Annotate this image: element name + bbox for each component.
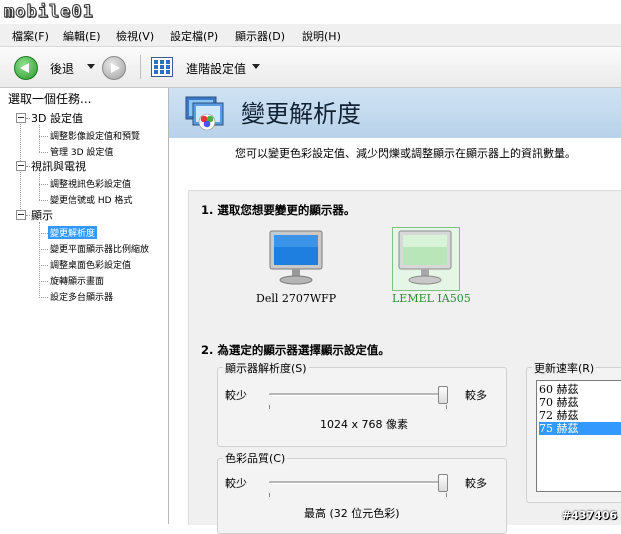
resolution-more-label: 較多 xyxy=(465,389,487,402)
refresh-rate-list[interactable]: 60 赫茲 70 赫茲 72 赫茲 75 赫茲 xyxy=(536,380,621,492)
color-quality-group xyxy=(217,458,507,534)
step2-title: 2. 為選定的顯示器選擇顯示設定值。 xyxy=(201,343,390,357)
refresh-option-70[interactable]: 70 赫茲 xyxy=(539,396,621,409)
refresh-option-60[interactable]: 60 赫茲 xyxy=(539,383,621,396)
tree-item-image-settings[interactable]: 調整影像設定值和預覽 xyxy=(50,129,140,142)
refresh-rate-group-title: 更新速率(R) xyxy=(532,360,597,376)
resolution-group-title: 顯示器解析度(S) xyxy=(223,360,309,376)
color-slider-track[interactable] xyxy=(269,481,447,484)
resolution-group xyxy=(217,367,507,447)
menu-display[interactable]: 顯示器(D) xyxy=(235,28,285,44)
color-more-label: 較多 xyxy=(465,477,487,490)
resolution-slider-thumb[interactable] xyxy=(438,386,449,404)
tree-item-flat-panel-scaling[interactable]: 變更平面顯示器比例縮放 xyxy=(50,242,149,255)
resolution-value: 1024 x 768 像素 xyxy=(320,418,408,431)
forward-arrow-icon[interactable] xyxy=(102,56,126,80)
page-title: 變更解析度 xyxy=(241,100,361,128)
tree-item-desktop-color[interactable]: 調整桌面色彩設定值 xyxy=(50,258,131,271)
refresh-option-72[interactable]: 72 赫茲 xyxy=(539,409,621,422)
monitor-lemel-label[interactable]: LEMEL IA505 xyxy=(392,292,471,305)
collapse-3d-icon[interactable] xyxy=(16,113,26,123)
resolution-tick-max xyxy=(446,405,447,409)
step1-title: 1. 選取您想要變更的顯示器。 xyxy=(201,203,356,217)
back-arrow-icon[interactable] xyxy=(14,56,38,80)
color-tick-min xyxy=(269,493,270,497)
tree-cat-video[interactable]: 視訊與電視 xyxy=(31,158,86,174)
color-quality-group-title: 色彩品質(C) xyxy=(223,450,288,466)
task-panel-header: 選取一個任務... xyxy=(8,92,92,106)
menu-profile[interactable]: 設定檔(P) xyxy=(170,28,218,44)
color-less-label: 較少 xyxy=(225,477,247,490)
collapse-display-icon[interactable] xyxy=(16,210,26,220)
display-resolution-icon xyxy=(185,96,224,131)
monitor-dell-icon[interactable] xyxy=(266,229,326,287)
resolution-less-label: 較少 xyxy=(225,389,247,402)
tree-item-hd-format[interactable]: 變更信號或 HD 格式 xyxy=(50,193,132,206)
color-quality-value: 最高 (32 位元色彩) xyxy=(304,507,400,520)
advanced-dropdown-icon[interactable] xyxy=(252,64,260,69)
advanced-settings-label[interactable]: 進階設定值 xyxy=(186,60,246,77)
menu-file[interactable]: 檔案(F) xyxy=(12,28,49,44)
resolution-tick-min xyxy=(269,405,270,409)
tree-item-manage-3d[interactable]: 管理 3D 設定值 xyxy=(50,145,113,158)
tree-item-video-color[interactable]: 調整視訊色彩設定值 xyxy=(50,177,131,190)
color-tick-max xyxy=(446,493,447,497)
tree-item-change-resolution[interactable]: 變更解析度 xyxy=(48,226,98,239)
watermark-id: #437406 xyxy=(561,509,617,522)
page-header: 變更解析度 xyxy=(169,88,621,138)
advanced-settings-icon[interactable] xyxy=(151,57,173,77)
content-panel: 變更解析度 您可以變更色彩設定值、減少閃爍或調整顯示在顯示器上的資訊數量。 1.… xyxy=(169,88,621,534)
menu-bar: 檔案(F) 編輯(E) 檢視(V) 設定檔(P) 顯示器(D) 說明(H) xyxy=(0,24,621,47)
back-dropdown-icon[interactable] xyxy=(87,64,95,69)
refresh-option-75[interactable]: 75 赫茲 xyxy=(539,422,621,435)
menu-view[interactable]: 檢視(V) xyxy=(116,28,154,44)
menu-help[interactable]: 說明(H) xyxy=(302,28,341,44)
page-description: 您可以變更色彩設定值、減少閃爍或調整顯示在顯示器上的資訊數量。 xyxy=(235,147,576,160)
back-button-label[interactable]: 後退 xyxy=(50,60,74,77)
watermark-banner: mobile01 xyxy=(0,0,621,24)
menu-edit[interactable]: 編輯(E) xyxy=(63,28,101,44)
task-panel: 選取一個任務... 3D 設定值 調整影像設定值和預覽 管理 3D 設定值 視訊… xyxy=(0,88,169,524)
tree-cat-display[interactable]: 顯示 xyxy=(31,207,53,223)
tree-item-rotate-display[interactable]: 旋轉顯示畫面 xyxy=(50,274,104,287)
resolution-slider-track[interactable] xyxy=(269,393,447,396)
color-slider-thumb[interactable] xyxy=(438,474,449,492)
toolbar: 後退 進階設定值 xyxy=(0,47,621,88)
monitor-dell-label[interactable]: Dell 2707WFP xyxy=(256,292,336,305)
tree-cat-3d[interactable]: 3D 設定值 xyxy=(31,110,83,126)
tree-item-multiple-displays[interactable]: 設定多台顯示器 xyxy=(50,290,113,303)
monitor-lemel-icon[interactable] xyxy=(395,229,455,287)
toolbar-separator xyxy=(140,55,141,79)
watermark-logo: mobile01 xyxy=(4,2,94,23)
collapse-video-icon[interactable] xyxy=(16,161,26,171)
